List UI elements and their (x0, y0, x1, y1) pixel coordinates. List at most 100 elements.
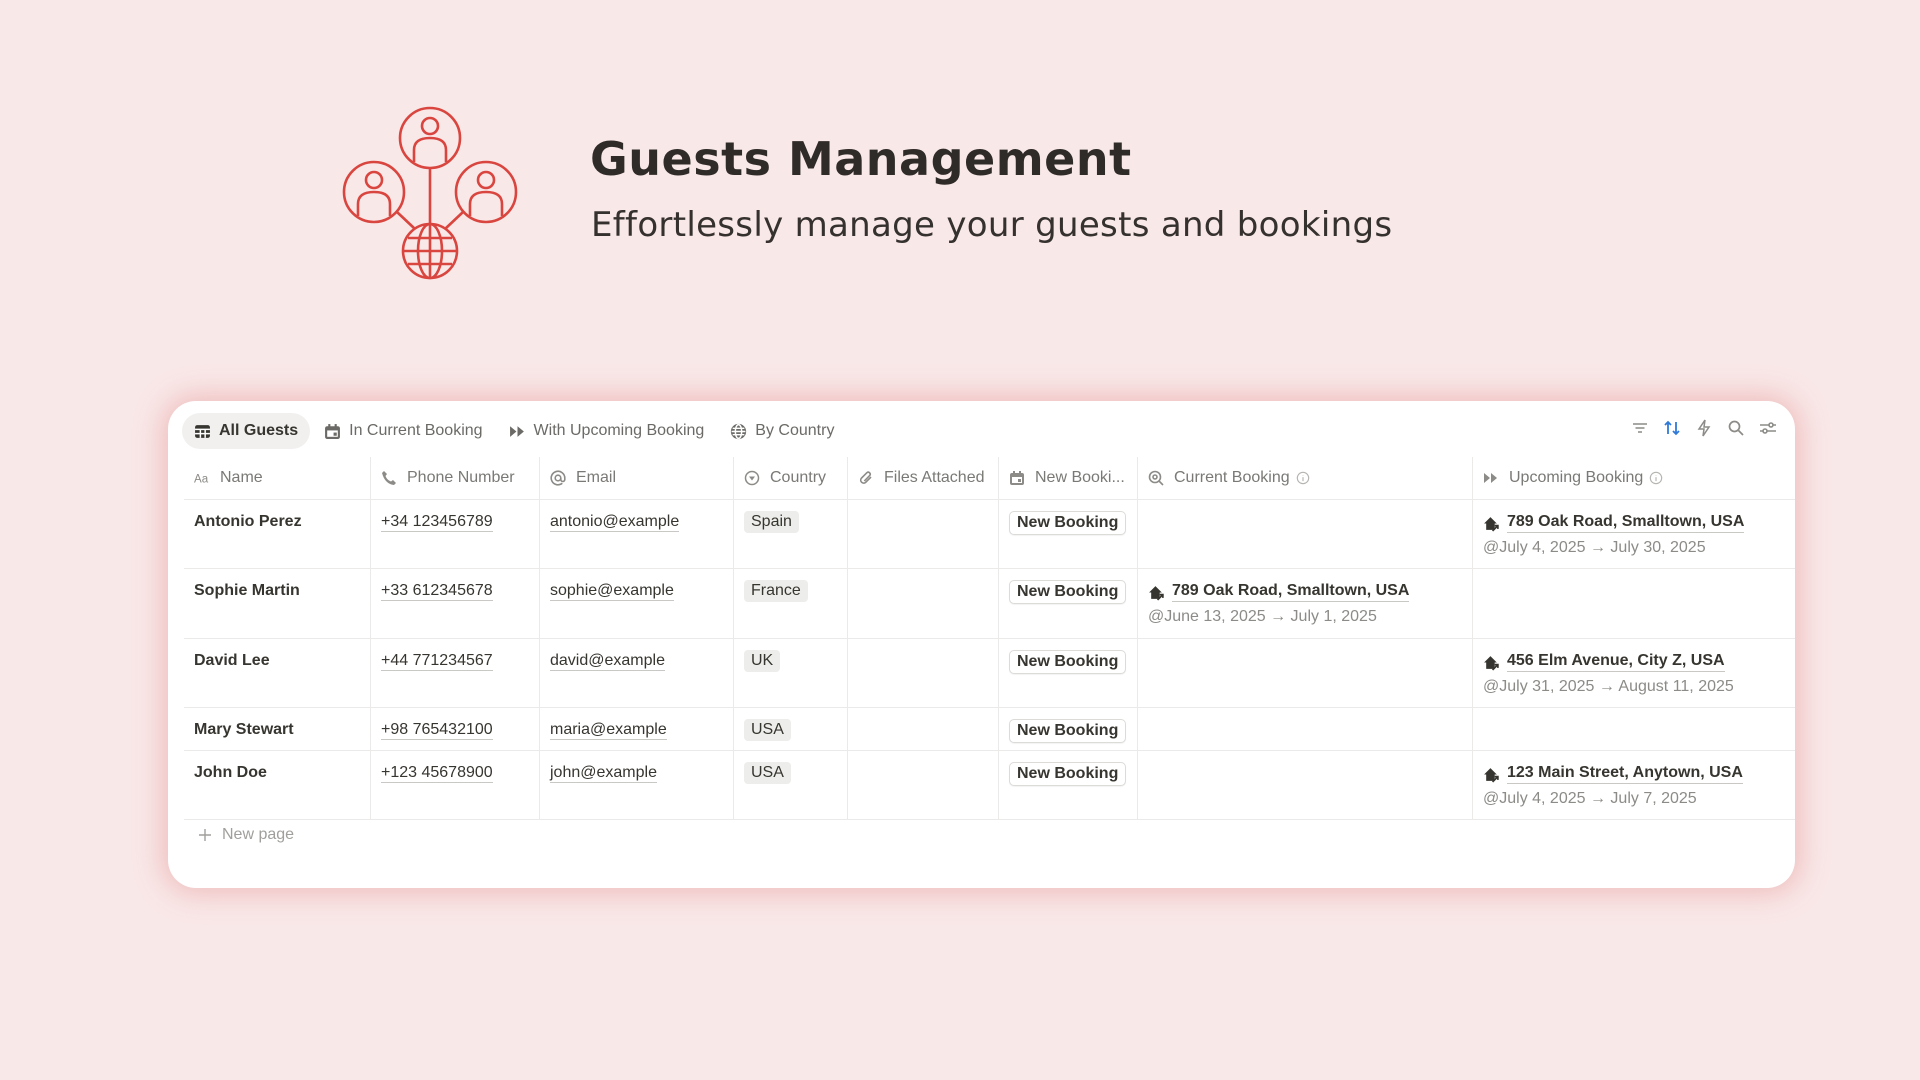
tab-with-upcoming-booking[interactable]: With Upcoming Booking (497, 413, 717, 449)
new-page-button[interactable]: New page (198, 826, 294, 844)
new-booking-button[interactable]: New Booking (1009, 511, 1127, 535)
country-tag: UK (744, 650, 781, 672)
guests-database-card: All Guests In Current Booking With Upcom… (168, 401, 1795, 888)
column-label: Phone Number (407, 469, 515, 486)
booking-link[interactable]: 123 Main Street, Anytown, USA (1483, 764, 1785, 784)
column-header-phone[interactable]: Phone Number (370, 457, 539, 499)
email-link[interactable]: david@example (550, 652, 665, 671)
phone-cell: +33 612345678 (370, 569, 539, 638)
column-label: Upcoming Booking (1509, 469, 1644, 486)
booking-title: 123 Main Street, Anytown, USA (1507, 764, 1743, 784)
email-link[interactable]: sophie@example (550, 582, 674, 601)
phone-link[interactable]: +123 45678900 (381, 764, 493, 783)
email-cell: maria@example (539, 708, 733, 750)
country-cell: France (733, 569, 847, 638)
automation-icon[interactable] (1695, 419, 1713, 437)
guest-name[interactable]: David Lee (184, 639, 370, 707)
phone-link[interactable]: +44 771234567 (381, 652, 493, 671)
booking-link[interactable]: 789 Oak Road, Smalltown, USA (1483, 513, 1785, 533)
phone-icon (382, 471, 396, 485)
country-cell: USA (733, 751, 847, 819)
booking-dates: @June 13, 2025 → July 1, 2025 (1148, 608, 1377, 625)
filter-icon[interactable] (1631, 419, 1649, 437)
booking-title: 789 Oak Road, Smalltown, USA (1507, 513, 1745, 533)
upcoming-booking-cell[interactable] (1472, 569, 1795, 638)
booking-title: 456 Elm Avenue, City Z, USA (1507, 652, 1725, 672)
house-arrow-icon (1484, 655, 1499, 671)
tab-in-current-booking[interactable]: In Current Booking (312, 413, 494, 449)
files-cell[interactable] (847, 708, 998, 750)
tab-all-guests[interactable]: All Guests (182, 413, 311, 449)
files-cell[interactable] (847, 639, 998, 707)
upcoming-booking-cell[interactable] (1472, 708, 1795, 750)
house-arrow-icon (1149, 585, 1164, 601)
info-icon[interactable] (1296, 471, 1310, 485)
paperclip-icon (859, 471, 872, 484)
new-booking-button[interactable]: New Booking (1009, 762, 1127, 786)
tab-label: With Upcoming Booking (533, 422, 705, 439)
new-booking-button[interactable]: New Booking (1009, 580, 1127, 604)
country-tag: France (744, 580, 808, 602)
column-header-current-booking[interactable]: Current Booking (1137, 457, 1472, 499)
calendar-icon (1010, 471, 1024, 485)
new-booking-button[interactable]: New Booking (1009, 650, 1127, 674)
new-booking-cell: New Booking (998, 500, 1137, 568)
phone-cell: +44 771234567 (370, 639, 539, 707)
guest-name[interactable]: Antonio Perez (184, 500, 370, 568)
current-booking-cell[interactable] (1137, 639, 1472, 707)
new-booking-cell: New Booking (998, 569, 1137, 638)
column-label: New Booki... (1035, 469, 1125, 486)
info-icon[interactable] (1649, 471, 1663, 485)
view-tabs: All Guests In Current Booking With Upcom… (182, 413, 848, 449)
settings-icon[interactable] (1759, 419, 1777, 437)
new-booking-button[interactable]: New Booking (1009, 719, 1127, 743)
table-row[interactable]: Antonio Perez +34 123456789 antonio@exam… (184, 500, 1795, 569)
phone-link[interactable]: +98 765432100 (381, 721, 493, 740)
column-header-country[interactable]: Country (733, 457, 847, 499)
sort-icon[interactable] (1663, 419, 1681, 437)
column-header-upcoming-booking[interactable]: Upcoming Booking (1472, 457, 1795, 499)
phone-link[interactable]: +33 612345678 (381, 582, 493, 601)
upcoming-booking-cell: 123 Main Street, Anytown, USA @July 4, 2… (1472, 751, 1795, 819)
current-booking-cell[interactable] (1137, 751, 1472, 819)
tab-label: In Current Booking (349, 422, 483, 439)
page-subtitle: Effortlessly manage your guests and book… (591, 205, 1393, 245)
files-cell[interactable] (847, 751, 998, 819)
current-booking-cell[interactable] (1137, 500, 1472, 568)
table-row[interactable]: John Doe +123 45678900 john@example USA … (184, 751, 1795, 820)
table-row[interactable]: Sophie Martin +33 612345678 sophie@examp… (184, 569, 1795, 639)
phone-cell: +123 45678900 (370, 751, 539, 819)
guest-name[interactable]: John Doe (184, 751, 370, 819)
email-link[interactable]: john@example (550, 764, 657, 783)
column-header-new-booking[interactable]: New Booki... (998, 457, 1137, 499)
booking-link[interactable]: 789 Oak Road, Smalltown, USA (1148, 582, 1462, 602)
column-header-email[interactable]: Email (539, 457, 733, 499)
tab-by-country[interactable]: By Country (718, 413, 846, 449)
guests-globe-icon (342, 106, 518, 280)
page-title: Guests Management (590, 132, 1132, 186)
booking-link[interactable]: 456 Elm Avenue, City Z, USA (1483, 652, 1785, 672)
table-row[interactable]: Mary Stewart +98 765432100 maria@example… (184, 708, 1795, 751)
email-link[interactable]: antonio@example (550, 513, 680, 532)
search-icon[interactable] (1727, 419, 1745, 437)
files-cell[interactable] (847, 500, 998, 568)
guest-name[interactable]: Sophie Martin (184, 569, 370, 638)
house-arrow-icon (1484, 767, 1499, 783)
text-icon: Aa (194, 473, 209, 485)
booking-dates: @July 4, 2025 → July 7, 2025 (1483, 790, 1697, 807)
column-header-name[interactable]: Aa Name (184, 457, 370, 499)
current-booking-cell[interactable] (1137, 708, 1472, 750)
table-row[interactable]: David Lee +44 771234567 david@example UK… (184, 639, 1795, 708)
guest-name[interactable]: Mary Stewart (184, 708, 370, 750)
phone-link[interactable]: +34 123456789 (381, 513, 493, 532)
column-header-files[interactable]: Files Attached (847, 457, 998, 499)
email-cell: sophie@example (539, 569, 733, 638)
email-cell: david@example (539, 639, 733, 707)
email-link[interactable]: maria@example (550, 721, 667, 740)
country-cell: Spain (733, 500, 847, 568)
column-label: Email (576, 469, 617, 486)
files-cell[interactable] (847, 569, 998, 638)
plus-icon (199, 829, 211, 841)
column-label: Country (770, 469, 827, 486)
fast-forward-icon (1484, 473, 1497, 483)
